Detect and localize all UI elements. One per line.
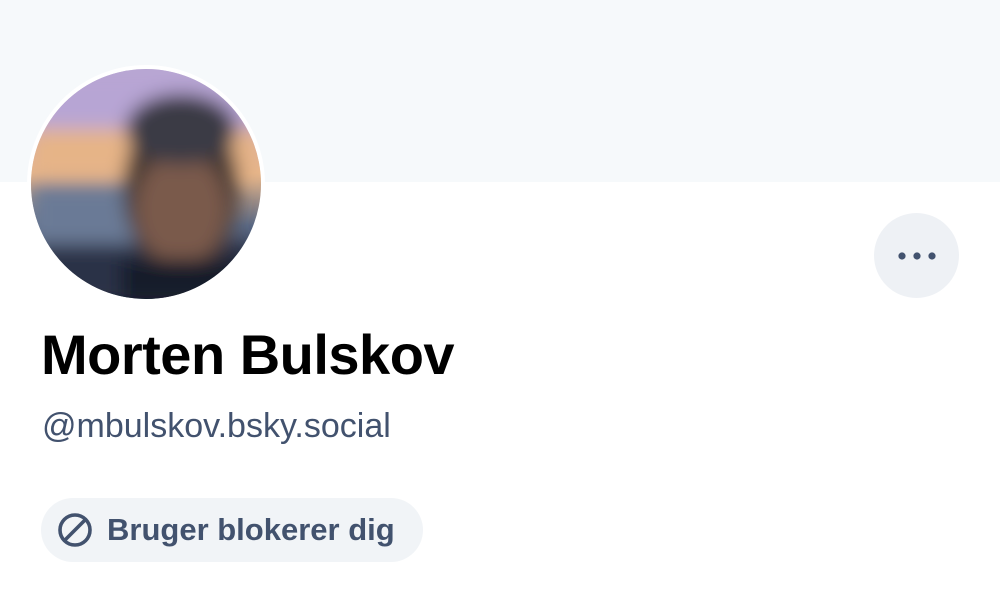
profile-handle: @mbulskov.bsky.social [42, 407, 391, 445]
ellipsis-icon [897, 251, 936, 260]
display-name: Morten Bulskov [41, 323, 455, 386]
blocked-status-badge: Bruger blokerer dig [41, 498, 423, 562]
blocked-status-label: Bruger blokerer dig [107, 512, 395, 547]
avatar-image [31, 69, 261, 299]
avatar[interactable] [31, 69, 261, 299]
more-options-button[interactable] [874, 213, 959, 298]
block-icon [57, 512, 93, 548]
